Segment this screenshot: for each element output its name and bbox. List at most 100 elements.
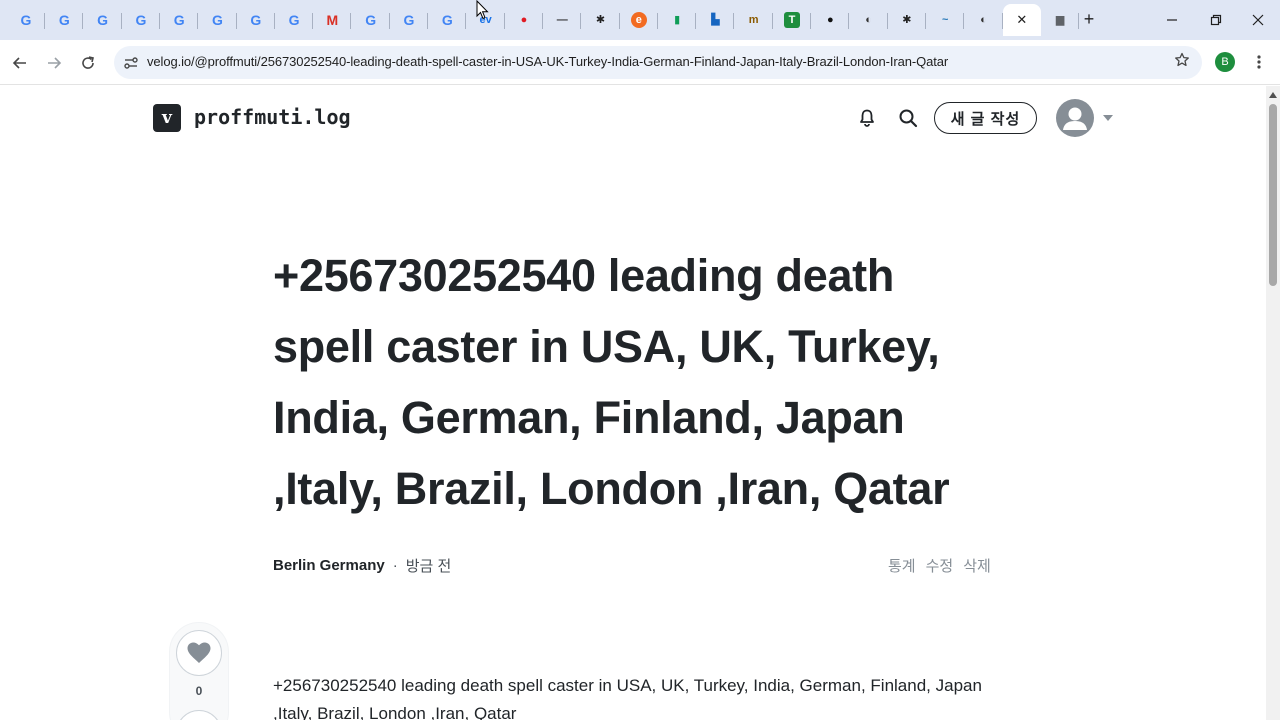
browser-tab[interactable]: G: [428, 4, 467, 36]
meta-separator: ·: [392, 557, 398, 574]
orange-e-icon: e: [630, 12, 647, 28]
reload-button[interactable]: [76, 51, 100, 75]
post-author[interactable]: Berlin Germany: [273, 557, 385, 574]
browser-tab[interactable]: G: [7, 4, 45, 36]
gmail-icon: M: [326, 12, 339, 28]
browser-tab[interactable]: ✱: [582, 4, 620, 36]
browser-tab[interactable]: ◐: [965, 4, 1003, 36]
notification-bell-button[interactable]: [855, 106, 879, 130]
like-count: 0: [195, 684, 203, 698]
forward-button[interactable]: [42, 51, 66, 75]
scrollbar-thumb[interactable]: [1269, 104, 1277, 286]
post-actions: 통계 수정 삭제: [888, 555, 991, 576]
address-bar[interactable]: velog.io/@proffmuti/256730252540-leading…: [114, 46, 1202, 79]
search-button[interactable]: [896, 106, 920, 130]
back-button[interactable]: [8, 51, 32, 75]
user-icon: [1063, 107, 1087, 130]
browser-menu-button[interactable]: [1250, 50, 1268, 74]
google-icon: G: [20, 12, 32, 28]
site-settings-icon[interactable]: [122, 54, 140, 72]
google-icon: G: [135, 12, 147, 28]
browser-tab[interactable]: ◐: [850, 4, 888, 36]
browser-tab[interactable]: M: [313, 4, 352, 36]
browser-tab[interactable]: m: [735, 4, 773, 36]
url-text[interactable]: velog.io/@proffmuti/256730252540-leading…: [147, 54, 948, 69]
google-icon: G: [403, 12, 415, 28]
browser-tab[interactable]: G: [122, 4, 160, 36]
chart-icon: ▙: [711, 14, 720, 26]
close-window-button[interactable]: [1236, 6, 1280, 34]
post-body: +256730252540 leading death spell caster…: [273, 676, 982, 720]
browser-tab[interactable]: G: [275, 4, 314, 36]
browser-tab[interactable]: ●: [811, 4, 850, 36]
browser-tab[interactable]: ▮: [658, 4, 697, 36]
reload-icon: [82, 56, 94, 69]
browser-tab[interactable]: G: [199, 4, 237, 36]
scroll-up-arrow[interactable]: [1268, 90, 1278, 100]
restore-icon: [1210, 14, 1222, 26]
write-post-button[interactable]: 새 글 작성: [934, 102, 1037, 134]
browser-tab[interactable]: T: [773, 4, 811, 36]
minimize-button[interactable]: [1150, 6, 1194, 34]
google-icon: G: [365, 12, 377, 28]
caret-down-icon: [1103, 115, 1113, 121]
browser-tab[interactable]: ▆: [1041, 4, 1080, 36]
post-time: 방금 전: [405, 558, 452, 575]
edit-link[interactable]: 수정: [926, 555, 954, 576]
avatar-dropdown-caret[interactable]: [1102, 112, 1114, 124]
browser-tab[interactable]: ~: [926, 4, 965, 36]
browser-tab[interactable]: ●: [505, 4, 543, 36]
browser-tab[interactable]: G: [390, 4, 428, 36]
close-icon: [1252, 14, 1264, 26]
asterisk-icon: ✱: [595, 14, 606, 26]
google-icon: G: [58, 12, 70, 28]
mouse-cursor-icon: [476, 0, 489, 20]
blog-title[interactable]: proffmuti.log: [194, 105, 351, 129]
arrow-right-icon: [48, 57, 62, 69]
browser-tab[interactable]: G: [84, 4, 122, 36]
book-icon: ▮: [674, 14, 681, 26]
red-circle-icon: ●: [520, 14, 528, 26]
velog-logo[interactable]: v: [153, 104, 181, 132]
browser-profile-avatar[interactable]: B: [1215, 52, 1235, 72]
browser-tab[interactable]: G: [352, 4, 390, 36]
google-icon: G: [173, 12, 185, 28]
like-button[interactable]: [176, 630, 222, 676]
browser-tab[interactable]: G: [160, 4, 199, 36]
browser-tab[interactable]: G: [237, 4, 275, 36]
t-icon: T: [784, 12, 800, 28]
search-icon: [899, 109, 918, 128]
browser-tab[interactable]: ▙: [696, 4, 735, 36]
bell-icon: [860, 109, 874, 127]
heart-icon: [187, 642, 211, 663]
image-icon: ▆: [1055, 14, 1065, 26]
new-tab-button[interactable]: +: [1078, 8, 1100, 30]
google-icon: G: [441, 12, 453, 28]
kebab-menu-icon: [1257, 55, 1261, 69]
user-avatar[interactable]: [1056, 99, 1094, 137]
post-meta: Berlin Germany · 방금 전: [273, 555, 451, 576]
site-m-icon: m: [748, 14, 759, 26]
google-icon: G: [288, 12, 300, 28]
google-icon: G: [97, 12, 109, 28]
site-dash-icon: —: [556, 14, 568, 26]
browser-tab[interactable]: —: [543, 4, 582, 36]
close-icon[interactable]: ✕: [1014, 12, 1030, 28]
stats-link[interactable]: 통계: [888, 555, 916, 576]
restore-button[interactable]: [1194, 6, 1238, 34]
minimize-icon: [1167, 19, 1177, 21]
wave-icon: ~: [941, 14, 949, 26]
tab-strip: G G G G G G G G M G G Gev ● — ✱ e ▮ ▙ m T ● ◐ ✱ ~ ◐ ✕ ▆ +: [0, 0, 1280, 40]
arrow-left-icon: [12, 57, 26, 69]
browser-tab[interactable]: ✱: [888, 4, 926, 36]
google-icon: G: [212, 12, 223, 28]
bookmark-star-icon[interactable]: [1174, 52, 1190, 73]
browser-tab-active[interactable]: ✕: [1002, 4, 1041, 36]
browser-tab[interactable]: e: [620, 4, 658, 36]
triangle-up-icon: [1269, 92, 1277, 98]
google-icon: G: [250, 12, 262, 28]
delete-link[interactable]: 삭제: [963, 555, 991, 576]
browser-tab[interactable]: G: [45, 4, 84, 36]
globe-icon: ◐: [980, 14, 987, 26]
asterisk-icon: ✱: [902, 14, 912, 26]
